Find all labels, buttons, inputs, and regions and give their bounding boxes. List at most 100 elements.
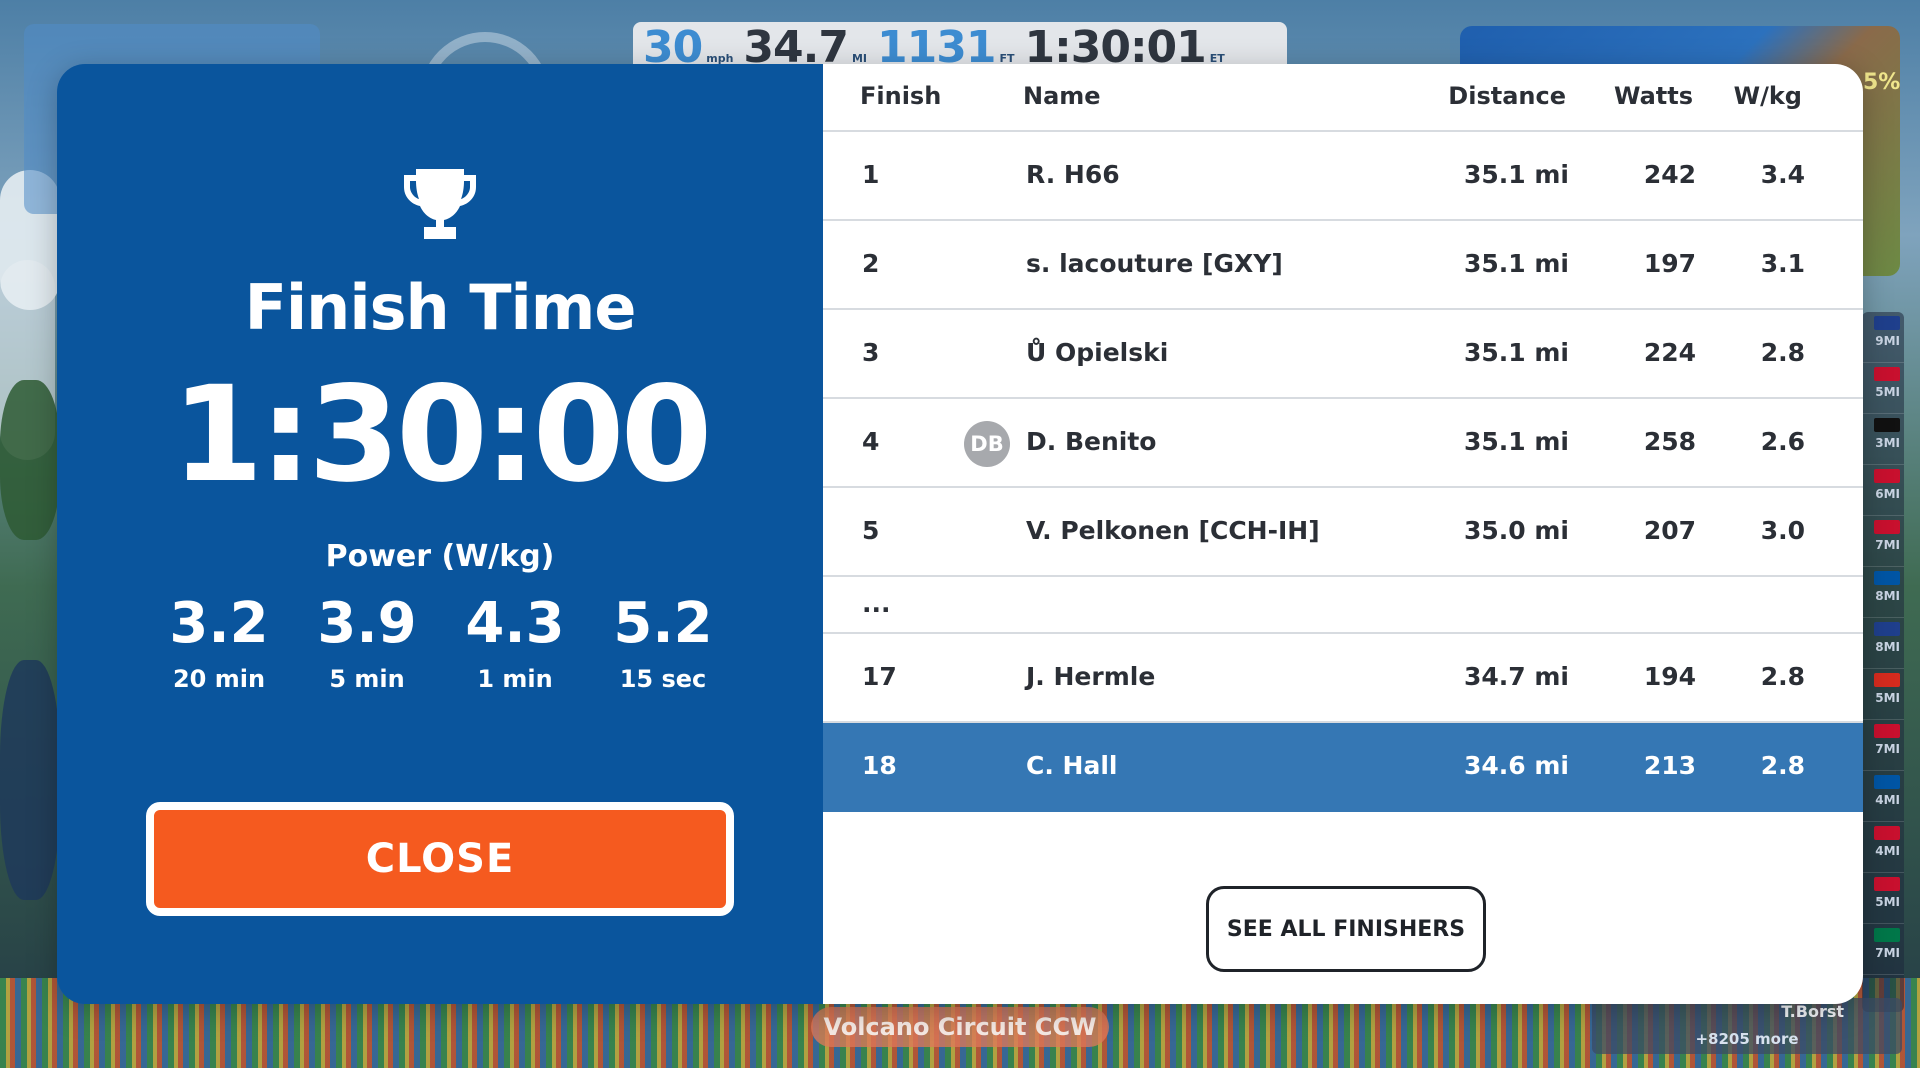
row-finish: 1 <box>862 160 880 189</box>
row-finish: 17 <box>862 662 897 691</box>
flag-icon <box>1874 418 1900 432</box>
header-distance: Distance <box>1448 82 1566 110</box>
row-name: D. Benito <box>1026 427 1157 456</box>
row-wkg: 3.0 <box>1760 516 1805 545</box>
see-all-finishers-button[interactable]: SEE ALL FINISHERS <box>1206 886 1486 972</box>
power-stats: 3.2 20 min 3.9 5 min 4.3 1 min 5.2 15 se… <box>145 589 737 693</box>
rider-distance: 5MI <box>1875 691 1900 705</box>
row-watts: 224 <box>1643 338 1696 367</box>
row-name: R. H66 <box>1026 160 1120 189</box>
rider-distance: 9MI <box>1875 334 1900 348</box>
row-watts: 197 <box>1643 249 1696 278</box>
finish-summary-panel: Finish Time 1:30:00 Power (W/kg) 3.2 20 … <box>57 64 823 1004</box>
side-leaderboard-item: 3MI <box>1862 414 1904 465</box>
power-value: 5.2 <box>613 591 713 656</box>
row-name: C. Hall <box>1026 751 1118 780</box>
rider-distance: 3MI <box>1875 436 1900 450</box>
power-value: 3.2 <box>169 591 269 656</box>
flag-icon <box>1874 775 1900 789</box>
row-watts: 194 <box>1643 662 1696 691</box>
side-leaderboard-item: 8MI <box>1862 618 1904 669</box>
side-leaderboard-item: 5MI <box>1862 363 1904 414</box>
table-row[interactable]: 5 V. Pelkonen [CCH-IH] 35.0 mi 207 3.0 <box>823 488 1863 577</box>
palm-foliage <box>0 380 60 540</box>
avatar: DB <box>964 421 1010 467</box>
side-leaderboard-item: 7MI <box>1862 720 1904 771</box>
row-name: V. Pelkonen [CCH-IH] <box>1026 516 1320 545</box>
table-row-current-user[interactable]: 18 C. Hall 34.6 mi 213 2.8 <box>823 723 1863 812</box>
table-row[interactable]: 2 s. lacouture [GXY] 35.1 mi 197 3.1 <box>823 221 1863 310</box>
gradient-readout: 5% <box>1863 70 1901 95</box>
row-distance: 35.1 mi <box>1463 427 1569 456</box>
flag-icon <box>1874 469 1900 483</box>
more-riders-box: T.Borst +8205 more <box>1592 998 1902 1054</box>
rock <box>0 660 60 900</box>
flag-icon <box>1874 571 1900 585</box>
table-row[interactable]: 17 J. Hermle 34.7 mi 194 2.8 <box>823 634 1863 723</box>
flag-icon <box>1874 622 1900 636</box>
row-wkg: 2.8 <box>1760 751 1805 780</box>
rider-distance: 6MI <box>1875 487 1900 501</box>
row-watts: 213 <box>1643 751 1696 780</box>
flag-icon <box>1874 877 1900 891</box>
rider-distance: 8MI <box>1875 589 1900 603</box>
header-watts: Watts <box>1613 82 1693 110</box>
side-leaderboard-item: 4MI <box>1862 771 1904 822</box>
rider-distance: 4MI <box>1875 844 1900 858</box>
row-distance: 35.1 mi <box>1463 160 1569 189</box>
table-row[interactable]: 3 Ů Opielski 35.1 mi 224 2.8 <box>823 310 1863 399</box>
power-value: 3.9 <box>317 591 417 656</box>
table-row[interactable]: 1 R. H66 35.1 mi 242 3.4 <box>823 132 1863 221</box>
rider-name: T.Borst <box>1781 1002 1844 1021</box>
power-label: Power (W/kg) <box>325 539 555 574</box>
row-distance: 35.0 mi <box>1463 516 1569 545</box>
row-name: J. Hermle <box>1026 662 1156 691</box>
rider-distance: 8MI <box>1875 640 1900 654</box>
row-finish: 3 <box>862 338 880 367</box>
side-leaderboard-item: 9MI <box>1862 312 1904 363</box>
row-finish: 4 <box>862 427 880 456</box>
row-distance: 34.6 mi <box>1463 751 1569 780</box>
side-leaderboard-item: 7MI <box>1862 516 1904 567</box>
finish-results-modal: Finish Time 1:30:00 Power (W/kg) 3.2 20 … <box>57 64 1863 1004</box>
row-distance: 35.1 mi <box>1463 249 1569 278</box>
header-name: Name <box>1023 82 1101 110</box>
side-leaderboard-item: 5MI <box>1862 873 1904 924</box>
row-name: Ů Opielski <box>1026 338 1169 367</box>
row-finish: 2 <box>862 249 880 278</box>
power-duration: 15 sec <box>619 665 707 693</box>
flag-icon <box>1874 724 1900 738</box>
row-distance: 34.7 mi <box>1463 662 1569 691</box>
row-finish: 18 <box>862 751 897 780</box>
flag-icon <box>1874 367 1900 381</box>
table-row[interactable]: 4 DB D. Benito 35.1 mi 258 2.6 <box>823 399 1863 488</box>
route-name: Volcano Circuit CCW <box>811 1007 1109 1047</box>
power-stat: 3.9 5 min <box>293 589 441 693</box>
rider-distance: 7MI <box>1875 946 1900 960</box>
side-leaderboard-item: 5MI <box>1862 669 1904 720</box>
row-finish: 5 <box>862 516 880 545</box>
finish-time-value: 1:30:00 <box>171 358 713 512</box>
close-button[interactable]: CLOSE <box>146 802 734 916</box>
finish-time-title: Finish Time <box>244 271 637 344</box>
row-wkg: 2.8 <box>1760 662 1805 691</box>
rider-distance: 7MI <box>1875 742 1900 756</box>
power-stat: 3.2 20 min <box>145 589 293 693</box>
row-wkg: 2.8 <box>1760 338 1805 367</box>
flag-icon <box>1874 928 1900 942</box>
power-stat: 4.3 1 min <box>441 589 589 693</box>
row-wkg: 3.4 <box>1760 160 1805 189</box>
power-value: 4.3 <box>465 591 565 656</box>
side-leaderboard-item: 7MI <box>1862 924 1904 975</box>
header-finish: Finish <box>860 82 942 110</box>
row-wkg: 3.1 <box>1760 249 1805 278</box>
rider-distance: 4MI <box>1875 793 1900 807</box>
flag-icon <box>1874 673 1900 687</box>
side-leaderboard: 9MI 5MI 3MI 6MI 7MI 8MI 8MI 5MI 7MI 4MI 4MI 5MI 7MI <box>1862 312 1904 1012</box>
results-table-panel: Finish Name Distance Watts W/kg 1 R. H66… <box>823 64 1863 1004</box>
table-ellipsis-row: ... <box>823 577 1863 634</box>
row-name: s. lacouture [GXY] <box>1026 249 1283 278</box>
row-wkg: 2.6 <box>1760 427 1805 456</box>
rider-distance: 7MI <box>1875 538 1900 552</box>
header-wkg: W/kg <box>1733 82 1802 110</box>
